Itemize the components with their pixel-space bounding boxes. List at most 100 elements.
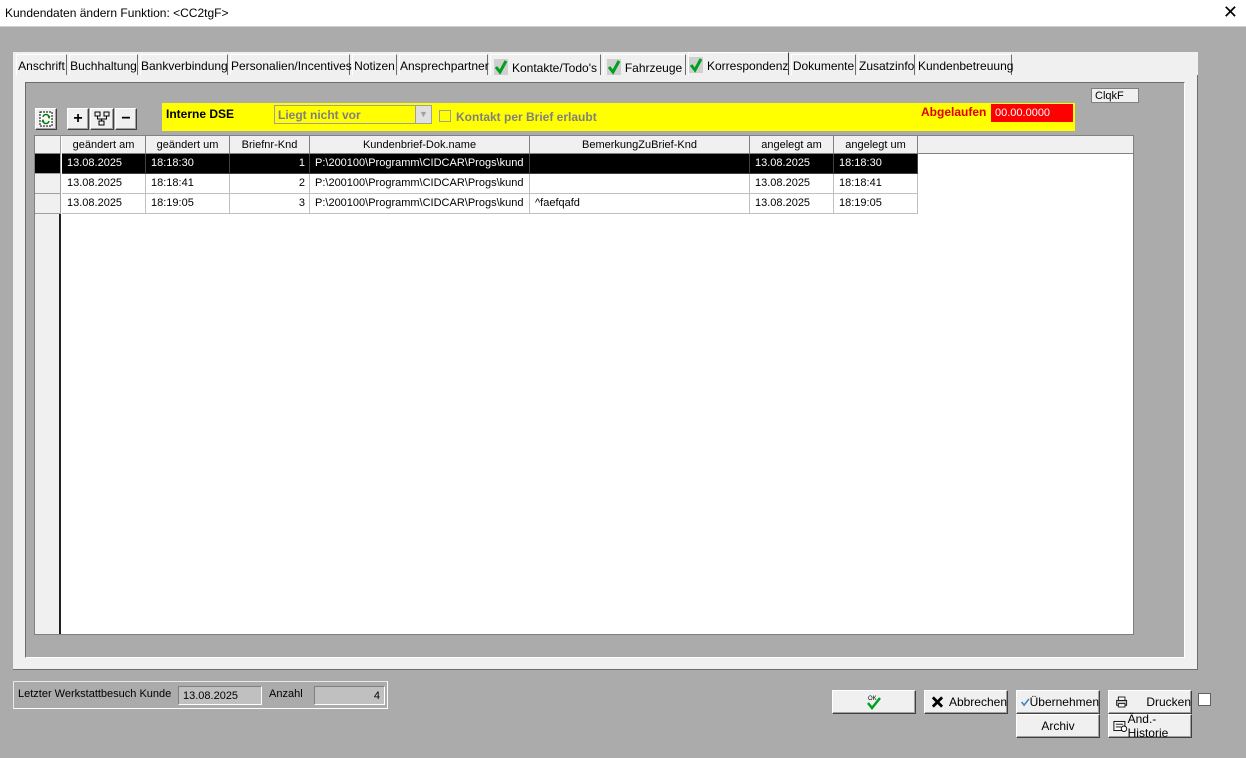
row-header-1[interactable] [35, 154, 61, 174]
table-cell[interactable]: 13.08.2025 [750, 174, 834, 194]
tab-label: Ansprechpartner [400, 59, 489, 73]
table-cell[interactable]: P:\200100\Programm\CIDCAR\Progs\kund [310, 194, 530, 214]
remove-button[interactable]: − [115, 108, 137, 130]
header-filler [918, 136, 1133, 154]
print-option-checkbox[interactable] [1198, 693, 1211, 706]
table-cell[interactable]: ^faefqafd [530, 194, 750, 214]
grid-corner [35, 136, 61, 154]
tab-buchhaltung[interactable]: Buchhaltung [69, 54, 138, 75]
print-button[interactable]: Drucken [1108, 690, 1192, 714]
green-check-icon [1021, 698, 1030, 707]
window-title: Kundendaten ändern Funktion: <CC2tgF> [5, 6, 229, 20]
correspondence-grid[interactable]: geändert am geändert um Briefnr-Knd Kund… [34, 135, 1134, 635]
tab-label: Dokumente [792, 59, 855, 73]
cancel-button[interactable]: Abbrechen [924, 690, 1008, 714]
table-cell[interactable]: P:\200100\Programm\CIDCAR\Progs\kund [310, 174, 530, 194]
table-cell[interactable]: 1 [230, 154, 310, 174]
close-icon [931, 696, 944, 708]
col-header-angelegt-am[interactable]: angelegt am [750, 136, 834, 154]
tab-label: Anschrift [18, 59, 65, 73]
last-visit-label: Letzter Werkstattbesuch Kunde [18, 688, 172, 700]
table-cell[interactable]: 3 [230, 194, 310, 214]
tab-label: Korrespondenz [707, 59, 789, 73]
table-cell[interactable]: 2 [230, 174, 310, 194]
ok-check-icon: OK [867, 696, 881, 710]
table-cell[interactable] [530, 154, 750, 174]
expired-date-field[interactable]: 00.00.0000 [991, 104, 1073, 122]
tab-bankverbindung[interactable]: Bankverbindung [140, 54, 228, 75]
apply-label: Übernehmen [1029, 695, 1099, 709]
tab-personalien[interactable]: Personalien/Incentives [230, 54, 352, 75]
corner-code-label: ClqkF [1091, 88, 1139, 103]
tab-label: Kontakte/Todo's [511, 61, 597, 75]
table-cell[interactable]: 18:19:05 [146, 194, 230, 214]
last-visit-field: 13.08.2025 [178, 686, 262, 705]
print-label: Drucken [1146, 695, 1191, 709]
tab-label: Kundenbetreuung [918, 59, 1014, 73]
green-check-icon [606, 59, 621, 75]
green-check-icon [689, 57, 703, 73]
table-cell[interactable]: 18:18:41 [834, 174, 918, 194]
archive-button[interactable]: Archiv [1016, 714, 1100, 738]
tab-label: Fahrzeuge [624, 61, 683, 75]
tab-label: Notizen [354, 59, 395, 73]
apply-button[interactable]: Übernehmen [1016, 690, 1100, 714]
table-cell[interactable] [530, 174, 750, 194]
tab-korrespondenz[interactable]: Korrespondenz [688, 52, 789, 76]
svg-text:OK: OK [868, 696, 877, 702]
col-header-angelegt-um[interactable]: angelegt um [834, 136, 918, 154]
cancel-label: Abbrechen [948, 695, 1007, 709]
col-header-bemerkung[interactable]: BemerkungZuBrief-Knd [530, 136, 750, 154]
dse-bar: Interne DSE Liegt nicht vor ▼ Kontakt pe… [162, 103, 1075, 131]
plus-icon: + [73, 110, 83, 127]
table-cell[interactable]: P:\200100\Programm\CIDCAR\Progs\kund [310, 154, 530, 174]
table-cell[interactable]: 13.08.2025 [62, 154, 146, 174]
tab-kundenbetreuung[interactable]: Kundenbetreuung [917, 54, 1014, 75]
history-button[interactable]: Änd.-Historie [1108, 712, 1192, 740]
table-cell[interactable]: 13.08.2025 [750, 154, 834, 174]
col-header-geaendert-um[interactable]: geändert um [146, 136, 230, 154]
contact-letter-label: Kontakt per Brief erlaubt [456, 110, 597, 124]
row-header-2[interactable] [35, 174, 61, 194]
tab-strip: Anschrift Buchhaltung Bankverbindung Per… [13, 52, 1198, 76]
archive-label: Archiv [1041, 719, 1075, 733]
table-cell[interactable]: 18:18:41 [146, 174, 230, 194]
col-header-briefnr[interactable]: Briefnr-Knd [230, 136, 310, 154]
count-field: 4 [314, 686, 385, 705]
tab-ansprechpartner[interactable]: Ansprechpartner [399, 54, 489, 75]
tab-notizen[interactable]: Notizen [352, 54, 397, 75]
ok-button[interactable]: OK [832, 690, 916, 714]
tree-button[interactable] [90, 108, 114, 130]
dse-status-value: Liegt nicht vor [278, 108, 361, 122]
dse-title: Interne DSE [166, 107, 235, 121]
tab-anschrift[interactable]: Anschrift [16, 54, 67, 75]
close-icon[interactable]: ✕ [1223, 3, 1238, 21]
dse-status-select[interactable]: Liegt nicht vor ▼ [274, 105, 432, 124]
contact-letter-checkbox[interactable] [439, 110, 451, 122]
col-header-geaendert-am[interactable]: geändert am [62, 136, 146, 154]
table-cell[interactable]: 18:19:05 [834, 194, 918, 214]
table-cell[interactable]: 18:18:30 [834, 154, 918, 174]
tab-label: Zusatzinfo [859, 59, 915, 73]
tab-dokumente[interactable]: Dokumente [791, 54, 856, 75]
history-icon [1113, 720, 1128, 732]
table-cell[interactable]: 13.08.2025 [62, 194, 146, 214]
tab-zusatzinfo[interactable]: Zusatzinfo [858, 54, 915, 75]
add-button[interactable]: + [67, 108, 89, 130]
tab-kontakte[interactable]: Kontakte/Todo's [490, 54, 601, 75]
expired-label: Abgelaufen [921, 105, 987, 119]
history-label: Änd.-Historie [1127, 712, 1169, 740]
table-cell[interactable]: 13.08.2025 [750, 194, 834, 214]
refresh-button[interactable] [35, 108, 57, 130]
refresh-icon [39, 111, 53, 127]
green-check-icon [493, 59, 508, 75]
col-header-dokname[interactable]: Kundenbrief-Dok.name [310, 136, 530, 154]
table-cell[interactable]: 18:18:30 [146, 154, 230, 174]
tab-fahrzeuge[interactable]: Fahrzeuge [603, 54, 686, 75]
table-cell[interactable]: 13.08.2025 [62, 174, 146, 194]
row-header-3[interactable] [35, 194, 61, 214]
title-bar: Kundendaten ändern Funktion: <CC2tgF> ✕ [0, 0, 1246, 27]
chevron-down-icon[interactable]: ▼ [415, 106, 431, 123]
tab-label: Personalien/Incentives [231, 59, 352, 73]
footer-info: Letzter Werkstattbesuch Kunde 13.08.2025… [13, 681, 388, 709]
